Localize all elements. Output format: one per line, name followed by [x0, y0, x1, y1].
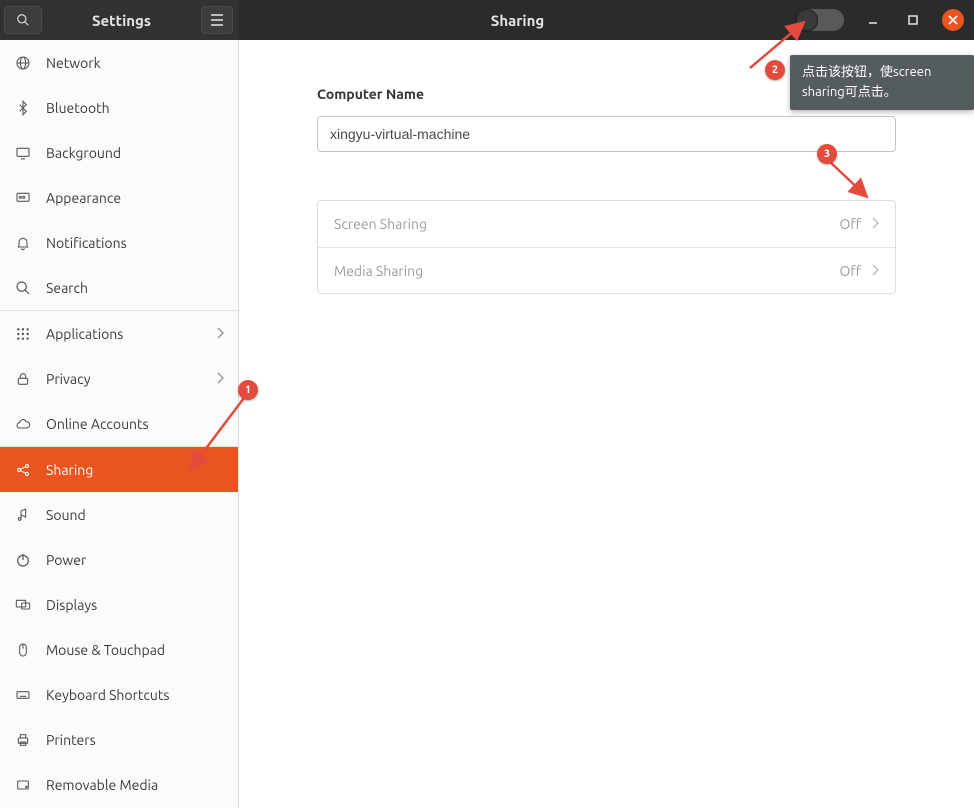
sidebar-item-bluetooth[interactable]: Bluetooth	[0, 85, 238, 130]
sidebar: Network Bluetooth Background Appearance Noti…	[0, 40, 239, 808]
sidebar-item-label: Printers	[46, 732, 96, 748]
minimize-icon	[868, 15, 878, 25]
power-icon	[14, 552, 32, 568]
chevron-right-icon	[871, 263, 879, 279]
sidebar-item-label: Displays	[46, 597, 97, 613]
sidebar-item-sharing[interactable]: Sharing	[0, 447, 238, 492]
content-pane: Computer Name Screen Sharing Off Media S…	[239, 40, 974, 808]
sidebar-item-label: Sound	[46, 507, 86, 523]
sidebar-item-power[interactable]: Power	[0, 537, 238, 582]
sidebar-item-notifications[interactable]: Notifications	[0, 220, 238, 265]
window-controls	[862, 9, 974, 31]
sidebar-item-keyboard[interactable]: Keyboard Shortcuts	[0, 672, 238, 717]
sidebar-item-displays[interactable]: Displays	[0, 582, 238, 627]
cloud-icon	[14, 416, 32, 432]
sidebar-item-label: Notifications	[46, 235, 127, 251]
keyboard-icon	[14, 687, 32, 703]
screen-sharing-label: Screen Sharing	[334, 216, 839, 232]
sidebar-item-label: Power	[46, 552, 86, 568]
sidebar-item-applications[interactable]: Applications	[0, 311, 238, 356]
lock-icon	[14, 371, 32, 387]
sidebar-item-label: Sharing	[46, 462, 93, 478]
sidebar-item-label: Privacy	[46, 371, 90, 387]
hamburger-button[interactable]	[201, 6, 233, 34]
settings-title: Settings	[42, 12, 201, 29]
close-icon	[948, 15, 958, 25]
sidebar-item-search[interactable]: Search	[0, 265, 238, 310]
maximize-icon	[908, 15, 918, 25]
sidebar-item-printers[interactable]: Printers	[0, 717, 238, 762]
search-icon	[14, 280, 32, 296]
sidebar-item-label: Network	[46, 55, 101, 71]
sidebar-item-label: Keyboard Shortcuts	[46, 687, 169, 703]
titlebar: Settings Sharing	[0, 0, 974, 40]
disk-icon	[14, 777, 32, 793]
sidebar-item-label: Background	[46, 145, 121, 161]
bell-icon	[14, 235, 32, 251]
displays-icon	[14, 597, 32, 613]
chevron-right-icon	[216, 371, 224, 387]
sidebar-item-background[interactable]: Background	[0, 130, 238, 175]
sidebar-item-label: Removable Media	[46, 777, 158, 793]
sidebar-item-label: Applications	[46, 326, 123, 342]
computer-name-label: Computer Name	[317, 86, 896, 102]
computer-name-input[interactable]	[317, 116, 896, 152]
chevron-right-icon	[216, 326, 224, 342]
search-icon	[16, 13, 30, 27]
close-button[interactable]	[942, 9, 964, 31]
sidebar-item-online[interactable]: Online Accounts	[0, 401, 238, 446]
sound-icon	[14, 507, 32, 523]
sidebar-item-removable[interactable]: Removable Media	[0, 762, 238, 807]
screen-sharing-row[interactable]: Screen Sharing Off	[318, 201, 895, 247]
hamburger-icon	[210, 14, 224, 26]
media-sharing-status: Off	[839, 263, 861, 279]
media-sharing-row[interactable]: Media Sharing Off	[318, 247, 895, 293]
sharing-options-list: Screen Sharing Off Media Sharing Off	[317, 200, 896, 294]
share-icon	[14, 462, 32, 478]
display-icon	[14, 145, 32, 161]
titlebar-right: Sharing	[239, 0, 974, 40]
maximize-button[interactable]	[902, 9, 924, 31]
sidebar-item-label: Search	[46, 280, 88, 296]
media-sharing-label: Media Sharing	[334, 263, 839, 279]
bluetooth-icon	[14, 100, 32, 116]
sidebar-item-sound[interactable]: Sound	[0, 492, 238, 537]
minimize-button[interactable]	[862, 9, 884, 31]
search-button[interactable]	[4, 6, 42, 34]
page-title: Sharing	[239, 12, 796, 29]
sidebar-item-network[interactable]: Network	[0, 40, 238, 85]
chevron-right-icon	[871, 216, 879, 232]
mouse-icon	[14, 642, 32, 658]
sidebar-item-label: Online Accounts	[46, 416, 149, 432]
sidebar-item-appearance[interactable]: Appearance	[0, 175, 238, 220]
titlebar-left: Settings	[0, 0, 239, 40]
toggle-knob	[796, 9, 818, 31]
sidebar-item-privacy[interactable]: Privacy	[0, 356, 238, 401]
sidebar-item-label: Mouse & Touchpad	[46, 642, 165, 658]
globe-icon	[14, 55, 32, 71]
apps-icon	[14, 326, 32, 342]
sharing-master-toggle[interactable]	[796, 9, 844, 31]
sidebar-item-label: Appearance	[46, 190, 121, 206]
sidebar-item-label: Bluetooth	[46, 100, 110, 116]
printer-icon	[14, 732, 32, 748]
appearance-icon	[14, 190, 32, 206]
sidebar-item-mouse[interactable]: Mouse & Touchpad	[0, 627, 238, 672]
screen-sharing-status: Off	[839, 216, 861, 232]
